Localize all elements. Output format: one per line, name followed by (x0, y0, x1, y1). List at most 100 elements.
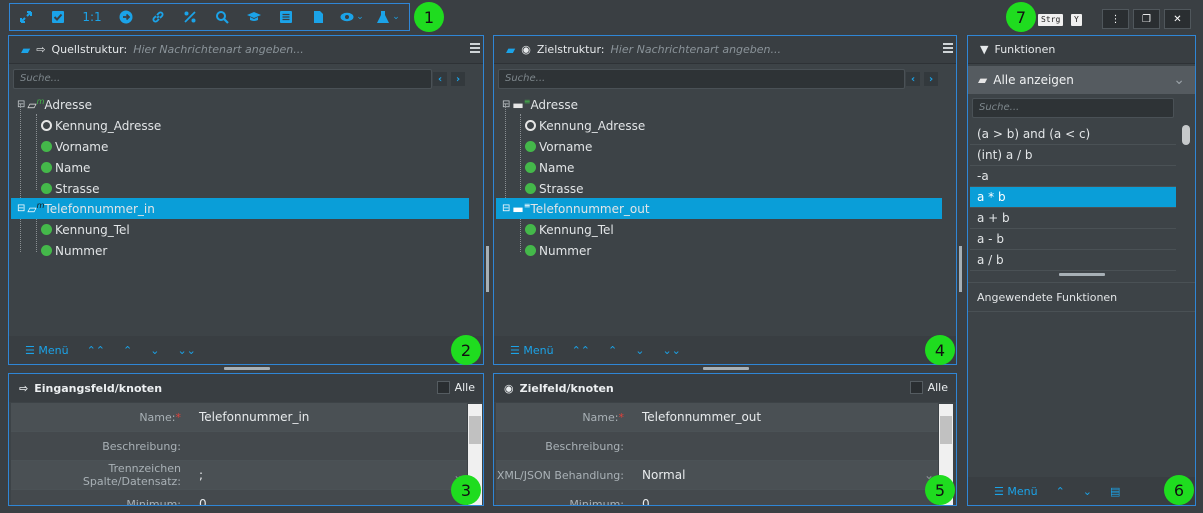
target-search-input[interactable]: Suche... (498, 69, 905, 89)
source-search-input[interactable]: Suche... (13, 69, 432, 89)
function-item[interactable]: (int) a / b (970, 145, 1176, 166)
tree-node[interactable]: Name (41, 157, 90, 178)
document-icon[interactable]: ▤ (1110, 485, 1120, 498)
tree-node[interactable]: ⊟ ▬≡ Adresse (502, 94, 578, 115)
more-options-button[interactable]: ⋮ (1102, 9, 1129, 29)
tree-node[interactable]: Nummer (525, 240, 591, 261)
tree-node-selected[interactable]: ⊟ ▱m Telefonnummer_in (11, 198, 469, 219)
tree-node-label: Name (539, 160, 575, 175)
tree-connector (505, 104, 506, 204)
green-dot-icon (41, 141, 52, 152)
green-dot-icon (525, 141, 536, 152)
property-value[interactable]: Normal (630, 468, 685, 482)
next-arrow-icon[interactable]: › (924, 72, 938, 86)
source-menu-icon[interactable] (470, 43, 480, 55)
function-item[interactable]: (a > b) and (a < c) (970, 124, 1176, 145)
tree-node-selected[interactable]: ⊟ ▬≡ Telefonnummer_out (496, 198, 942, 219)
property-row: Name:* Telefonnummer_in (11, 403, 467, 432)
tree-node-label: Kennung_Adresse (55, 118, 162, 133)
prev-arrow-icon[interactable]: ‹ (906, 72, 920, 86)
property-value[interactable]: Telefonnummer_out (630, 410, 761, 424)
check-square-icon[interactable] (42, 3, 74, 31)
tree-node[interactable]: Name (525, 157, 574, 178)
up-icon[interactable]: ⌃ (608, 344, 617, 357)
tree-node-label: Vorname (539, 139, 593, 154)
functions-panel: ▼ Funktionen ▰ Alle anzeigen ⌄ Suche... … (967, 35, 1196, 506)
source-message-type-input[interactable]: Hier Nachrichtenart angeben... (133, 43, 304, 56)
eye-dropdown[interactable]: ⌄ (334, 3, 370, 31)
double-down-icon[interactable]: ⌄⌄ (662, 344, 680, 357)
flask-dropdown[interactable]: ⌄ (370, 3, 406, 31)
function-item-selected[interactable]: a * b (970, 187, 1176, 208)
expand-icon[interactable] (10, 3, 42, 31)
tree-node[interactable]: ⊟ ▱m Adresse (17, 94, 92, 115)
next-arrow-icon[interactable]: › (451, 72, 465, 86)
show-all-checkbox[interactable]: Alle (436, 381, 475, 394)
double-up-icon[interactable]: ⌃⌃ (87, 344, 105, 357)
horizontal-splitter[interactable] (1059, 273, 1105, 276)
source-label: Quellstruktur: (51, 43, 128, 56)
function-item[interactable]: a + b (970, 208, 1176, 229)
link-icon[interactable] (142, 3, 174, 31)
arrow-circle-icon[interactable] (110, 3, 142, 31)
horizontal-splitter[interactable] (703, 367, 749, 370)
tree-node[interactable]: Kennung_Tel (525, 219, 614, 240)
vertical-splitter[interactable] (959, 246, 962, 292)
target-search-nav: ‹ › (906, 72, 938, 86)
tree-node[interactable]: Nummer (41, 240, 107, 261)
menu-icon: ☰ (510, 343, 520, 357)
scrollbar[interactable] (1182, 125, 1190, 145)
graduation-cap-icon[interactable] (238, 3, 270, 31)
target-menu-icon[interactable] (943, 43, 953, 55)
function-item[interactable]: a / b (970, 250, 1176, 271)
target-footer: ☰ Menü ⌃⌃ ⌃ ⌄ ⌄⌄ (494, 336, 956, 364)
functions-filter-select[interactable]: ▰ Alle anzeigen ⌄ (968, 66, 1195, 94)
property-value[interactable]: 0 (187, 497, 207, 505)
one-to-one-button[interactable]: 1:1 (74, 3, 110, 31)
tree-node[interactable]: Strasse (525, 178, 584, 199)
horizontal-splitter[interactable] (224, 367, 270, 370)
menu-button[interactable]: ☰ Menü (25, 344, 69, 357)
tree-node[interactable]: Kennung_Adresse (525, 115, 645, 136)
tree-connector (36, 114, 37, 190)
collapse-icon: ⊟ (502, 99, 511, 110)
property-value[interactable]: 0 (630, 497, 650, 505)
double-up-icon[interactable]: ⌃⌃ (572, 344, 590, 357)
tree-node-label: Name (55, 160, 91, 175)
property-key: Minimum: (569, 497, 624, 506)
down-icon[interactable]: ⌄ (1083, 485, 1092, 498)
tree-node[interactable]: Vorname (41, 136, 108, 157)
property-row: XML/JSON Behandlung: Normal ⌄ (496, 461, 938, 490)
double-down-icon[interactable]: ⌄⌄ (177, 344, 195, 357)
property-key-text: Name: (139, 410, 176, 424)
functions-search-input[interactable]: Suche... (972, 98, 1174, 118)
file-icon[interactable] (302, 3, 334, 31)
vertical-splitter[interactable] (486, 246, 489, 292)
menu-button[interactable]: ☰ Menü (994, 485, 1038, 498)
tree-connector (520, 218, 521, 252)
function-item[interactable]: -a (970, 166, 1176, 187)
up-icon[interactable]: ⌃ (1056, 485, 1065, 498)
empty-circle-icon (525, 120, 536, 131)
target-message-type-input[interactable]: Hier Nachrichtenart angeben... (611, 43, 782, 56)
tree-node[interactable]: Strasse (41, 178, 100, 199)
search-icon[interactable] (206, 3, 238, 31)
target-label: Zielstruktur: (536, 43, 605, 56)
property-key: Name:* (496, 411, 630, 424)
down-icon[interactable]: ⌄ (635, 344, 644, 357)
down-icon[interactable]: ⌄ (150, 344, 159, 357)
tree-node[interactable]: Kennung_Adresse (41, 115, 161, 136)
up-icon[interactable]: ⌃ (123, 344, 132, 357)
function-item[interactable]: a - b (970, 229, 1176, 250)
menu-button[interactable]: ☰ Menü (510, 344, 554, 357)
close-window-button[interactable]: ✕ (1164, 9, 1191, 29)
percent-icon[interactable] (174, 3, 206, 31)
tree-node[interactable]: Vorname (525, 136, 592, 157)
property-value[interactable]: ; (187, 468, 203, 482)
show-all-checkbox[interactable]: Alle (909, 381, 948, 394)
list-box-icon[interactable] (270, 3, 302, 31)
tree-node[interactable]: Kennung_Tel (41, 219, 130, 240)
prev-arrow-icon[interactable]: ‹ (433, 72, 447, 86)
property-value[interactable]: Telefonnummer_in (187, 410, 309, 424)
restore-window-button[interactable]: ❐ (1133, 9, 1160, 29)
